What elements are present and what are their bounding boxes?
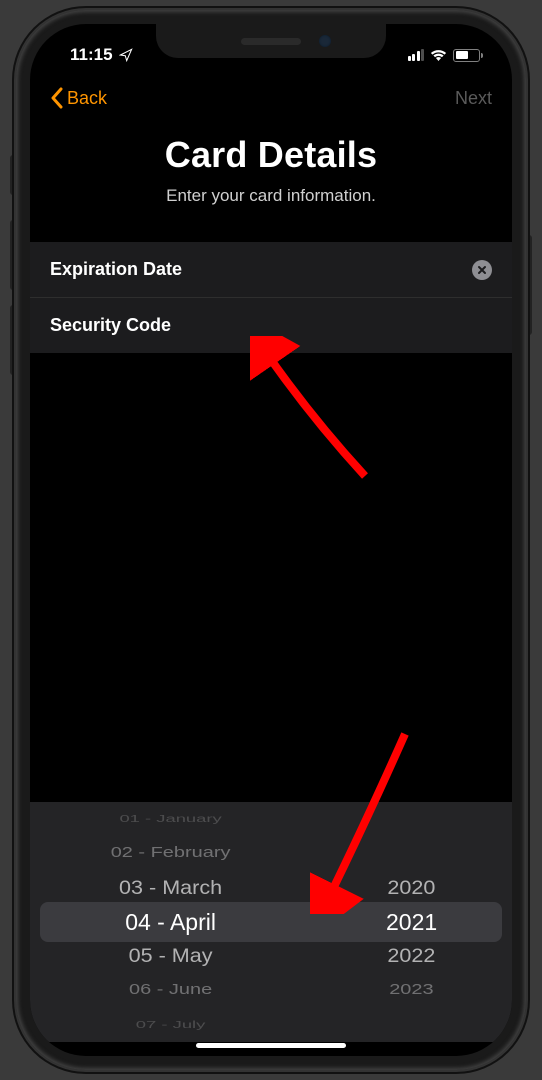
notch xyxy=(156,24,386,58)
date-picker[interactable]: 01 - January 02 - February 03 - March 04… xyxy=(30,802,512,1042)
clear-icon[interactable] xyxy=(472,260,492,280)
home-indicator[interactable] xyxy=(196,1043,346,1048)
wifi-icon xyxy=(430,49,447,62)
header: Card Details Enter your card information… xyxy=(30,122,512,220)
month-picker-column[interactable]: 01 - January 02 - February 03 - March 04… xyxy=(30,802,311,1042)
status-time: 11:15 xyxy=(70,45,133,65)
battery-icon xyxy=(453,49,480,62)
nav-bar: Back Next xyxy=(30,74,512,122)
picker-item[interactable]: 07 - July xyxy=(41,1016,300,1033)
picker-item[interactable]: 05 - May xyxy=(33,941,309,971)
annotation-arrow-1 xyxy=(250,336,380,486)
location-icon xyxy=(119,48,133,62)
picker-item[interactable]: 01 - January xyxy=(41,811,300,828)
screen: 11:15 Ba xyxy=(30,24,512,1056)
picker-item[interactable]: 2022 xyxy=(313,941,510,971)
cellular-icon xyxy=(408,49,425,61)
next-label: Next xyxy=(455,88,492,108)
expiration-date-row[interactable]: Expiration Date xyxy=(30,242,512,298)
chevron-left-icon xyxy=(50,87,63,109)
picker-item[interactable]: 2023 xyxy=(316,979,507,1002)
page-title: Card Details xyxy=(50,134,492,176)
time-label: 11:15 xyxy=(70,45,113,65)
picker-item-selected[interactable]: 04 - April xyxy=(30,905,311,939)
security-label: Security Code xyxy=(50,315,171,336)
page-subtitle: Enter your card information. xyxy=(50,186,492,206)
next-button[interactable]: Next xyxy=(455,88,492,109)
expiration-label: Expiration Date xyxy=(50,259,182,280)
phone-frame: 11:15 Ba xyxy=(16,10,526,1070)
back-button[interactable]: Back xyxy=(50,87,107,109)
annotation-arrow-2 xyxy=(310,724,420,914)
picker-item[interactable]: 03 - March xyxy=(33,873,309,903)
back-label: Back xyxy=(67,88,107,109)
picker-item[interactable]: 02 - February xyxy=(37,842,304,865)
picker-item[interactable]: 06 - June xyxy=(37,979,304,1002)
